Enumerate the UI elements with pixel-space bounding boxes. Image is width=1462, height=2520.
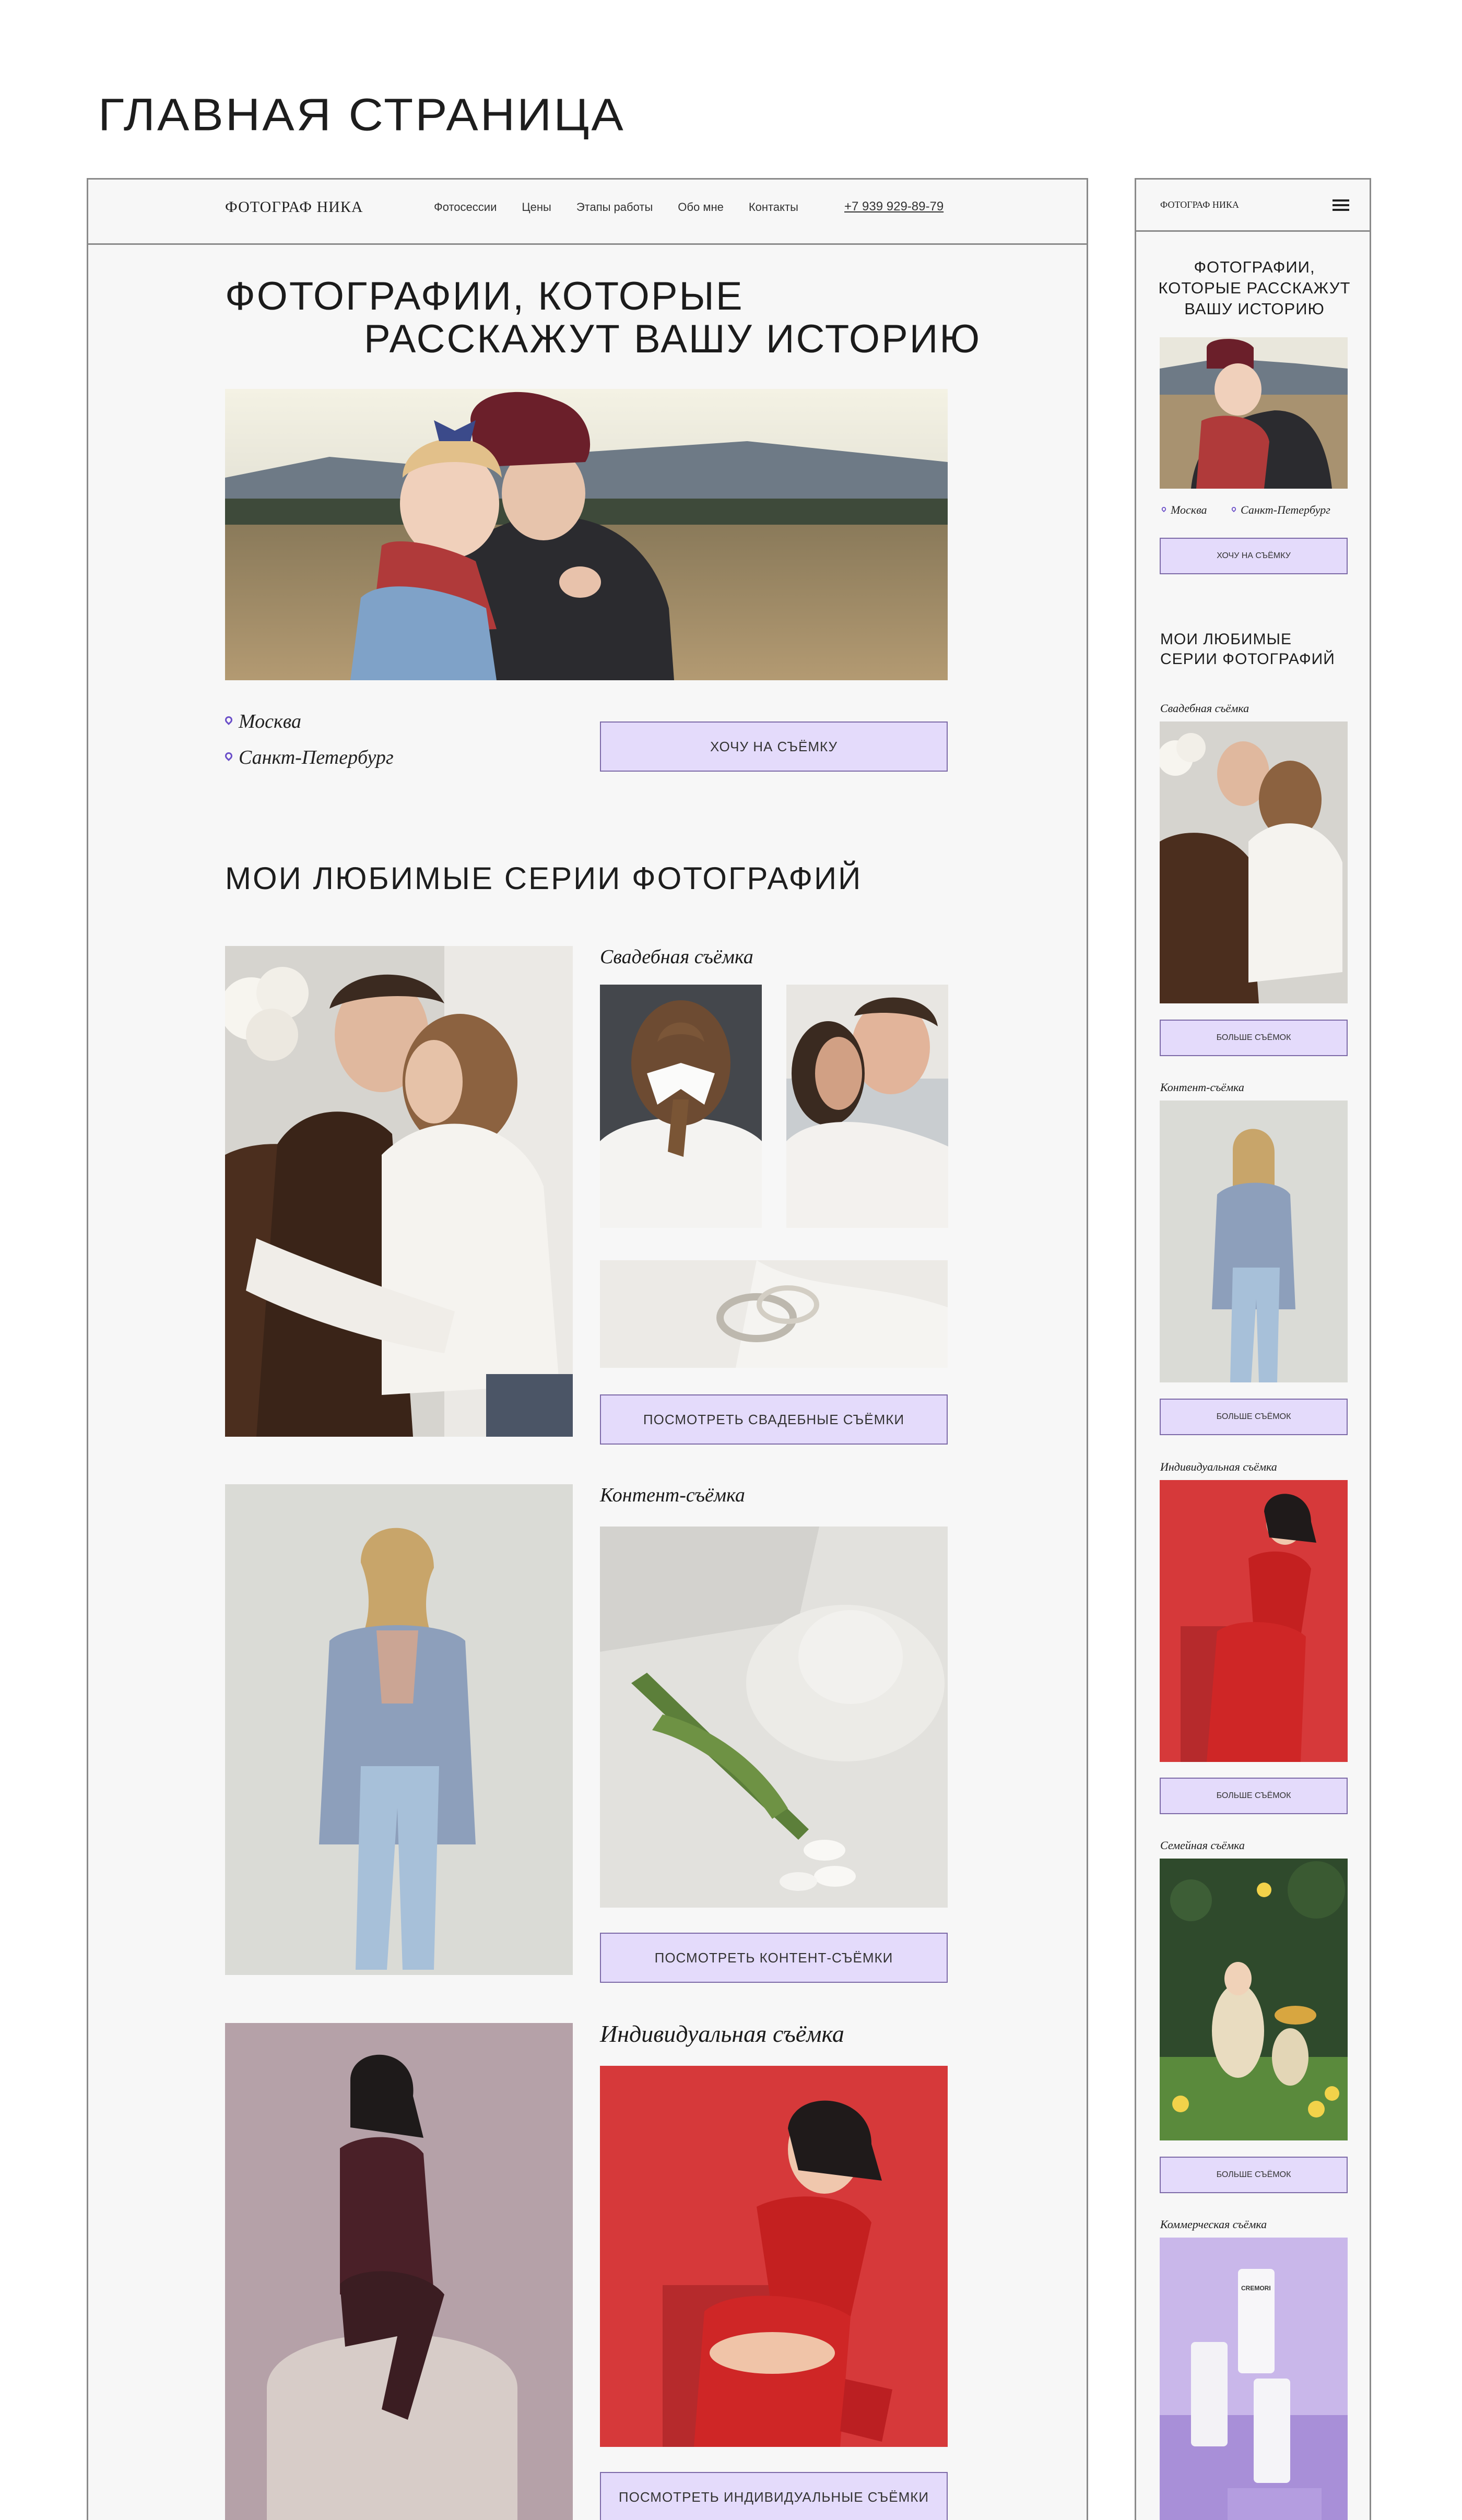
wedding-rings-photo bbox=[600, 1260, 948, 1368]
mobile-mockup: ФОТОГРАФ НИКА ФОТОГРАФИИ, КОТОРЫЕ РАССКА… bbox=[1135, 178, 1371, 2520]
product-brand-label: CREMORI bbox=[1241, 2285, 1271, 2292]
series-heading: МОИ ЛЮБИМЫЕ СЕРИИ ФОТОГРАФИЙ bbox=[225, 861, 863, 896]
individual-red-photo bbox=[600, 2066, 948, 2447]
nav-item-stages[interactable]: Этапы работы bbox=[576, 200, 653, 214]
location-label: Москва bbox=[239, 711, 301, 732]
mobile-logo[interactable]: ФОТОГРАФ НИКА bbox=[1160, 199, 1239, 210]
mobile-wedding-more-button[interactable]: БОЛЬШЕ СЪЁМОК bbox=[1160, 1020, 1348, 1056]
hero-title-line-1: ФОТОГРАФИИ, КОТОРЫЕ bbox=[225, 274, 744, 318]
mobile-location-moscow: Москва bbox=[1160, 503, 1207, 517]
mobile-hero-photo bbox=[1160, 337, 1348, 489]
mobile-content-photo bbox=[1160, 1101, 1348, 1382]
location-pin-icon bbox=[225, 752, 232, 763]
location-moscow: Москва bbox=[225, 710, 301, 733]
site-logo[interactable]: ФОТОГРАФ НИКА bbox=[225, 198, 363, 216]
mobile-location-spb: Санкт-Петербург bbox=[1230, 503, 1330, 517]
phone-link[interactable]: +7 939 929-89-79 bbox=[844, 199, 944, 214]
location-pin-icon bbox=[1162, 507, 1166, 513]
content-main-photo bbox=[225, 1484, 573, 1975]
wedding-kiss-photo bbox=[786, 985, 948, 1228]
content-hat-photo bbox=[600, 1527, 948, 1908]
nav-item-contacts[interactable]: Контакты bbox=[749, 200, 798, 214]
hero-title-line-2: РАССКАЖУТ ВАШУ ИСТОРИЮ bbox=[364, 317, 982, 361]
location-label: Санкт-Петербург bbox=[239, 747, 394, 768]
content-series-title: Контент-съёмка bbox=[600, 1484, 745, 1506]
wedding-main-photo bbox=[225, 946, 573, 1437]
nav-item-photosessions[interactable]: Фотосессии bbox=[434, 200, 497, 214]
desktop-mockup: ФОТОГРАФ НИКА Фотосессии Цены Этапы рабо… bbox=[87, 178, 1088, 2520]
mobile-series-heading: МОИ ЛЮБИМЫЕ СЕРИИ ФОТОГРАФИЙ bbox=[1160, 631, 1335, 668]
mobile-family-photo bbox=[1160, 1859, 1348, 2140]
location-pin-icon bbox=[1232, 507, 1236, 513]
wedding-series-title: Свадебная съёмка bbox=[600, 946, 753, 968]
mobile-series-title: Контент-съёмка bbox=[1160, 1081, 1244, 1094]
mobile-content-more-button[interactable]: БОЛЬШЕ СЪЁМОК bbox=[1160, 1399, 1348, 1435]
location-label: Москва bbox=[1171, 503, 1207, 516]
menu-icon[interactable] bbox=[1333, 199, 1349, 211]
mobile-series-title: Семейная съёмка bbox=[1160, 1839, 1245, 1852]
wedding-series-button[interactable]: ПОСМОТРЕТЬ СВАДЕБНЫЕ СЪЁМКИ bbox=[600, 1394, 948, 1445]
page-heading: ГЛАВНАЯ СТРАНИЦА bbox=[98, 89, 626, 140]
mobile-header: ФОТОГРАФ НИКА bbox=[1136, 180, 1370, 232]
hero-photo bbox=[225, 389, 948, 680]
mobile-family-more-button[interactable]: БОЛЬШЕ СЪЁМОК bbox=[1160, 2157, 1348, 2193]
location-label: Санкт-Петербург bbox=[1241, 503, 1330, 516]
individual-series-title: Индивидуальная съёмка bbox=[600, 2020, 844, 2047]
mobile-individual-photo bbox=[1160, 1480, 1348, 1762]
mobile-hero-title: ФОТОГРАФИИ, КОТОРЫЕ РАССКАЖУТ ВАШУ ИСТОР… bbox=[1158, 258, 1351, 318]
mobile-series-title: Свадебная съёмка bbox=[1160, 702, 1249, 715]
location-spb: Санкт-Петербург bbox=[225, 746, 394, 769]
mobile-wedding-photo bbox=[1160, 721, 1348, 1003]
mobile-individual-more-button[interactable]: БОЛЬШЕ СЪЁМОК bbox=[1160, 1778, 1348, 1814]
mobile-series-title: Индивидуальная съёмка bbox=[1160, 1460, 1277, 1473]
wedding-bow-photo bbox=[600, 985, 762, 1228]
individual-series-button[interactable]: ПОСМОТРЕТЬ ИНДИВИДУАЛЬНЫЕ СЪЁМКИ bbox=[600, 2472, 948, 2520]
location-pin-icon bbox=[225, 716, 232, 727]
individual-main-photo bbox=[225, 2023, 573, 2520]
desktop-header: ФОТОГРАФ НИКА Фотосессии Цены Этапы рабо… bbox=[88, 180, 1087, 245]
content-series-button[interactable]: ПОСМОТРЕТЬ КОНТЕНТ-СЪЁМКИ bbox=[600, 1933, 948, 1983]
nav-item-prices[interactable]: Цены bbox=[522, 200, 551, 214]
mobile-book-shoot-button[interactable]: ХОЧУ НА СЪЁМКУ bbox=[1160, 538, 1348, 574]
nav-item-about[interactable]: Обо мне bbox=[678, 200, 724, 214]
main-nav: Фотосессии Цены Этапы работы Обо мне Кон… bbox=[434, 200, 798, 214]
mobile-series-title: Коммерческая съёмка bbox=[1160, 2218, 1267, 2231]
mobile-commercial-photo: CREMORI bbox=[1160, 2238, 1348, 2520]
book-shoot-button[interactable]: ХОЧУ НА СЪЁМКУ bbox=[600, 721, 948, 772]
